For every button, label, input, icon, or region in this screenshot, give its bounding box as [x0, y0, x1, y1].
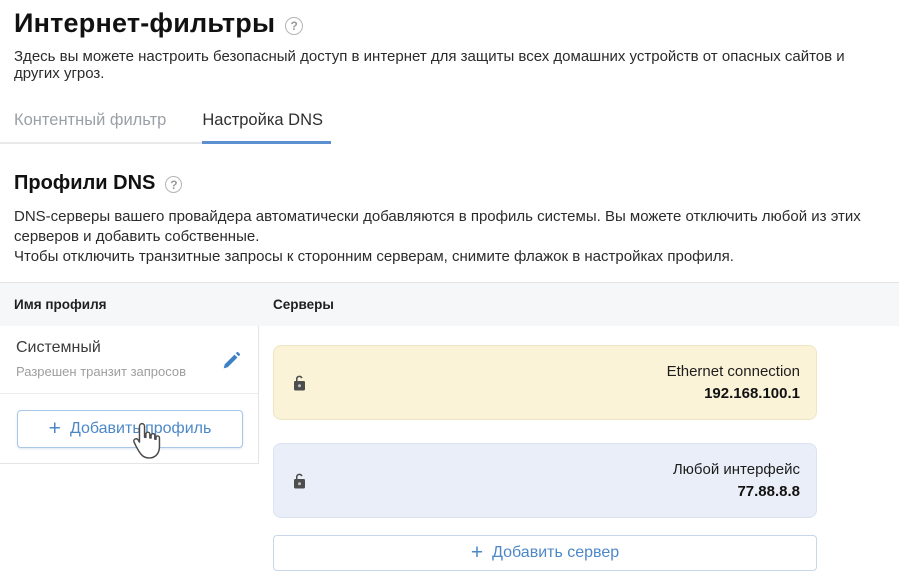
server-card-any-interface[interactable]: Любой интерфейс 77.88.8.8 [273, 443, 817, 518]
profile-status: Разрешен транзит запросов [16, 364, 214, 379]
servers-column: Ethernet connection 192.168.100.1 Любой … [259, 326, 899, 571]
page-header: Интернет-фильтры ? [0, 0, 899, 39]
server-info: Ethernet connection 192.168.100.1 [667, 363, 800, 402]
description-line: Чтобы отключить транзитные запросы к сто… [14, 247, 885, 267]
server-card-ethernet[interactable]: Ethernet connection 192.168.100.1 [273, 345, 817, 420]
description-line: DNS-серверы вашего провайдера автоматиче… [14, 207, 885, 247]
add-profile-button[interactable]: + Добавить профиль [17, 410, 243, 448]
server-info: Любой интерфейс 77.88.8.8 [673, 461, 800, 500]
section-title: Профили DNS [14, 172, 155, 195]
plus-icon: + [471, 542, 483, 563]
plus-icon: + [49, 418, 61, 439]
tab-dns-settings[interactable]: Настройка DNS [202, 103, 331, 144]
lock-open-icon [292, 374, 307, 392]
page-subtitle: Здесь вы можете настроить безопасный дос… [14, 48, 885, 82]
pencil-icon [220, 350, 242, 372]
add-profile-label: Добавить профиль [70, 420, 211, 438]
table-header-row: Имя профиля Серверы [0, 282, 899, 326]
add-server-label: Добавить сервер [492, 544, 619, 562]
profile-row-system[interactable]: Системный Разрешен транзит запросов [0, 326, 258, 394]
column-header-profile-name: Имя профиля [0, 297, 258, 312]
section-description: DNS-серверы вашего провайдера автоматиче… [14, 207, 885, 267]
edit-profile-button[interactable] [220, 350, 242, 372]
help-icon[interactable]: ? [285, 17, 303, 35]
server-interface: Любой интерфейс [673, 461, 800, 478]
profile-name: Системный [16, 339, 214, 357]
column-header-servers: Серверы [258, 297, 334, 312]
table-body: Системный Разрешен транзит запросов + До… [0, 326, 899, 571]
page-title: Интернет-фильтры [14, 8, 275, 39]
tab-content-filter[interactable]: Контентный фильтр [14, 103, 186, 144]
add-server-button[interactable]: + Добавить сервер [273, 535, 817, 571]
lock-open-icon [292, 472, 307, 490]
server-address: 77.88.8.8 [673, 483, 800, 500]
server-address: 192.168.100.1 [667, 385, 800, 402]
help-icon[interactable]: ? [165, 176, 182, 193]
tab-bar: Контентный фильтр Настройка DNS [0, 103, 331, 144]
profiles-column: Системный Разрешен транзит запросов + До… [0, 326, 259, 464]
dns-profiles-header: Профили DNS ? [14, 172, 899, 195]
server-interface: Ethernet connection [667, 363, 800, 380]
internet-filters-page: Интернет-фильтры ? Здесь вы можете настр… [0, 0, 899, 576]
